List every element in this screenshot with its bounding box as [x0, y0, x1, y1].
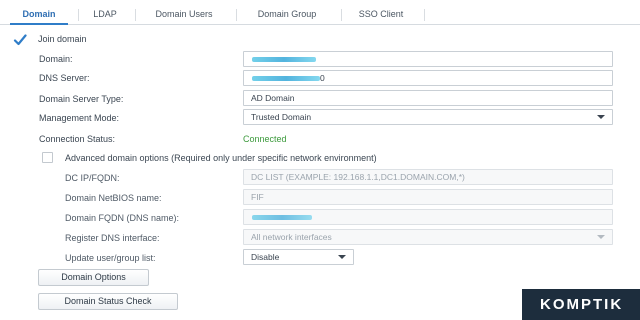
tab-domain[interactable]: Domain — [10, 4, 68, 25]
dc-ip-label: DC IP/FQDN: — [65, 173, 120, 183]
update-list-select[interactable]: Disable — [243, 249, 354, 265]
advanced-options-checkbox[interactable] — [42, 152, 53, 163]
register-dns-select[interactable]: All network interfaces — [243, 229, 613, 245]
tab-divider — [135, 9, 136, 21]
fqdn-input[interactable] — [243, 209, 613, 225]
dns-server-visible-digit: 0 — [320, 73, 325, 83]
domain-input[interactable] — [243, 51, 613, 67]
update-list-value: Disable — [251, 252, 280, 262]
register-dns-value: All network interfaces — [251, 232, 332, 242]
domain-label: Domain: — [39, 54, 73, 64]
chevron-down-icon — [338, 255, 346, 259]
domain-server-type-field: AD Domain — [243, 90, 613, 106]
redacted-fqdn-value — [252, 215, 312, 220]
netbios-label: Domain NetBIOS name: — [65, 193, 162, 203]
management-mode-value: Trusted Domain — [251, 112, 312, 122]
dc-ip-input[interactable]: DC LIST (EXAMPLE: 192.168.1.1,DC1.DOMAIN… — [243, 169, 613, 185]
fqdn-label: Domain FQDN (DNS name): — [65, 213, 180, 223]
tab-domain-group[interactable]: Domain Group — [241, 4, 333, 25]
advanced-options-label: Advanced domain options (Required only u… — [65, 153, 377, 163]
tab-divider — [78, 9, 79, 21]
tab-divider — [341, 9, 342, 21]
tab-divider — [236, 9, 237, 21]
redacted-domain-value — [252, 57, 316, 62]
connection-status-value: Connected — [243, 134, 287, 144]
update-list-label: Update user/group list: — [65, 253, 156, 263]
join-domain-checkbox[interactable] — [13, 33, 27, 47]
tab-divider — [424, 9, 425, 21]
komptik-logo: KOMPTIK — [522, 289, 640, 320]
dns-server-label: DNS Server: — [39, 73, 90, 83]
register-dns-label: Register DNS interface: — [65, 233, 160, 243]
tab-sso-client[interactable]: SSO Client — [346, 4, 416, 25]
dns-server-input[interactable]: 0 — [243, 70, 613, 86]
chevron-down-icon — [597, 115, 605, 119]
netbios-input[interactable]: FIF — [243, 189, 613, 205]
tab-domain-users[interactable]: Domain Users — [140, 4, 228, 25]
management-mode-select[interactable]: Trusted Domain — [243, 109, 613, 125]
chevron-down-icon — [597, 235, 605, 239]
tab-bar: Domain LDAP Domain Users Domain Group SS… — [0, 4, 640, 25]
connection-status-label: Connection Status: — [39, 134, 116, 144]
tab-ldap[interactable]: LDAP — [84, 4, 126, 25]
management-mode-label: Management Mode: — [39, 113, 120, 123]
redacted-dns-value — [252, 76, 320, 81]
join-domain-label: Join domain — [38, 34, 87, 44]
domain-status-check-button[interactable]: Domain Status Check — [38, 293, 178, 310]
domain-options-button[interactable]: Domain Options — [38, 269, 149, 286]
domain-server-type-label: Domain Server Type: — [39, 94, 124, 104]
